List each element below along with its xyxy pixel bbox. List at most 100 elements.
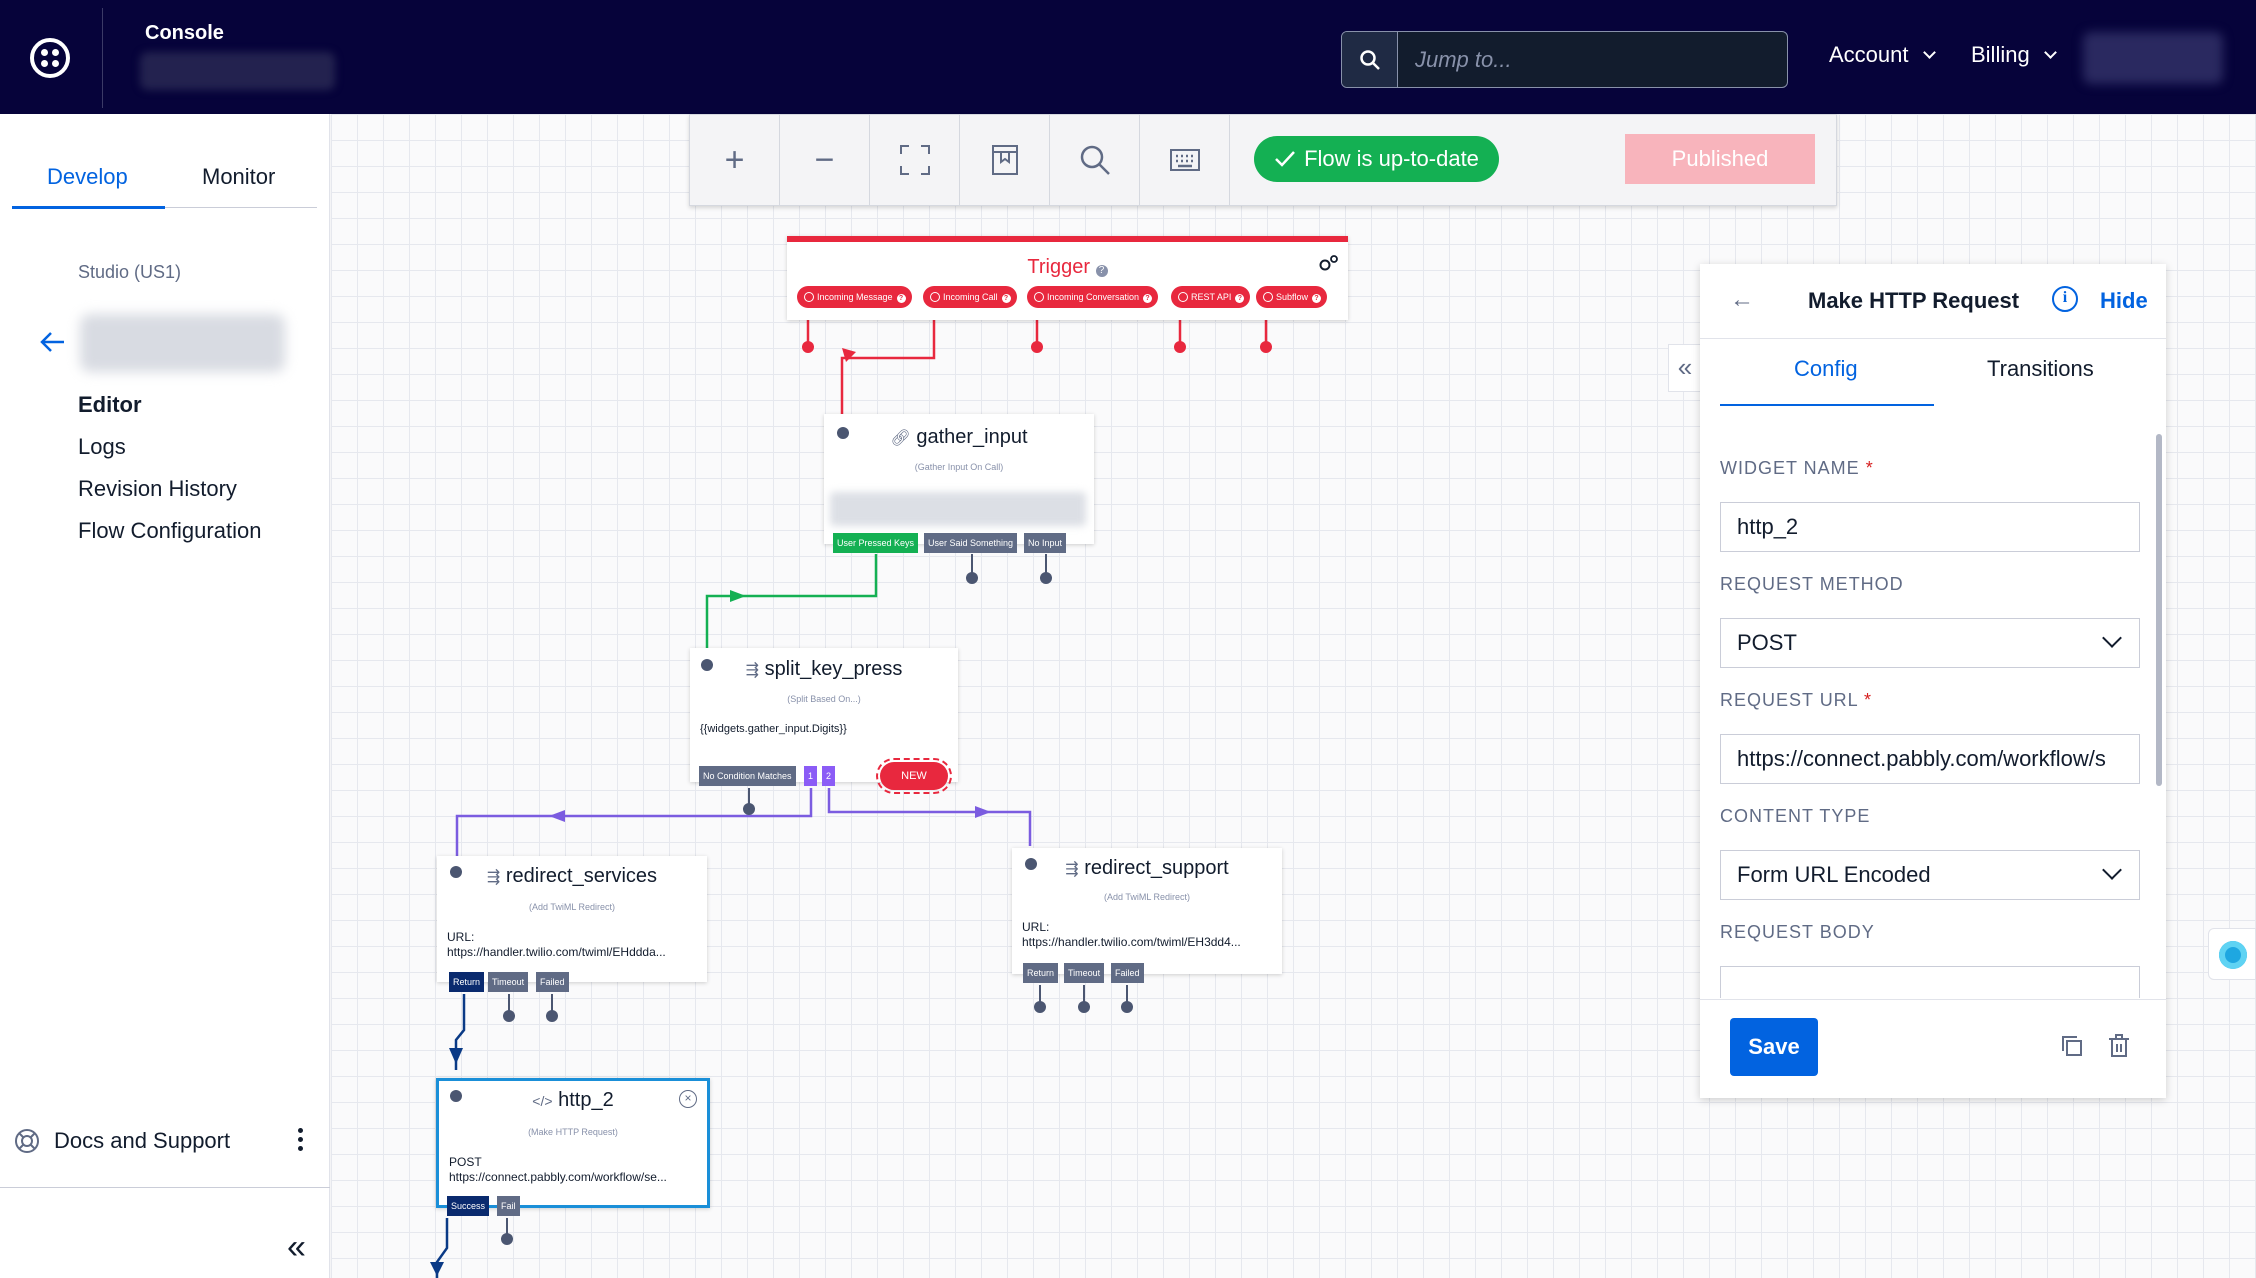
- double-chevron-left-icon[interactable]: «: [1668, 344, 1702, 392]
- widget-title: ⇶ redirect_support: [1065, 857, 1229, 879]
- redirect-services-output-timeout[interactable]: Timeout: [488, 972, 529, 992]
- arrow-left-icon[interactable]: [38, 328, 66, 361]
- tab-monitor[interactable]: Monitor: [202, 164, 275, 190]
- top-bar: Console Account Billing: [0, 0, 2256, 114]
- twilio-logo-icon[interactable]: [30, 38, 70, 78]
- widget-type: (Gather Input On Call): [914, 462, 1004, 472]
- account-switcher[interactable]: [140, 52, 335, 90]
- hide-panel-button[interactable]: Hide: [2100, 288, 2148, 314]
- request-url-label: REQUEST URL *: [1720, 690, 1873, 710]
- new-transition-button[interactable]: NEW: [876, 758, 952, 794]
- split-icon: ⇶: [745, 662, 759, 679]
- console-label: Console: [145, 22, 224, 44]
- split-output-1[interactable]: 1: [804, 766, 818, 786]
- help-icon: ?: [1095, 265, 1108, 277]
- save-button[interactable]: Save: [1730, 1018, 1818, 1076]
- widget-type: (Add TwiML Redirect): [1103, 892, 1191, 902]
- tab-develop[interactable]: Develop: [47, 164, 128, 190]
- redirect-support-output-failed[interactable]: Failed: [1111, 963, 1144, 983]
- chevron-down-icon: [2043, 45, 2057, 59]
- fullscreen-icon[interactable]: [870, 115, 960, 205]
- gather-output-user-said-something[interactable]: User Said Something: [924, 533, 1018, 553]
- gather-input-widget[interactable]: 🔗︎ gather_input (Gather Input On Call): [824, 414, 1094, 544]
- trigger-output-incoming-message[interactable]: Incoming Message: [797, 286, 912, 308]
- zoom-out-icon[interactable]: −: [780, 115, 870, 205]
- flow-name: [80, 314, 285, 372]
- gather-output-user-pressed-keys[interactable]: User Pressed Keys: [833, 533, 919, 553]
- check-icon: [1275, 151, 1295, 167]
- notes-icon[interactable]: [960, 115, 1050, 205]
- search-icon[interactable]: [1342, 32, 1398, 87]
- widget-name-input[interactable]: http_2: [1720, 502, 2140, 552]
- trigger-title: Trigger ?: [787, 256, 1348, 279]
- split-output-2[interactable]: 2: [822, 766, 836, 786]
- billing-menu[interactable]: Billing: [1971, 42, 2057, 68]
- more-options-icon[interactable]: [298, 1128, 304, 1154]
- zoom-in-icon[interactable]: +: [690, 115, 780, 205]
- http-2-output-success[interactable]: Success: [447, 1196, 490, 1216]
- widget-type: (Add TwiML Redirect): [528, 902, 616, 912]
- arrow-left-icon[interactable]: ←: [1730, 286, 1754, 314]
- http-2-widget[interactable]: </> http_2 × (Make HTTP Request) POST htt…: [436, 1078, 710, 1208]
- redirect-support-widget[interactable]: ⇶ redirect_support (Add TwiML Redirect) …: [1012, 848, 1282, 974]
- assistant-button[interactable]: [2208, 928, 2256, 980]
- docs-label: Docs and Support: [54, 1128, 231, 1153]
- search-input[interactable]: [1399, 32, 1787, 87]
- sidebar-tabs: Develop Monitor: [12, 154, 317, 209]
- widget-config-panel: ← Make HTTP Request i Hide Config Transi…: [1700, 264, 2166, 1098]
- assistant-icon: [2219, 941, 2247, 969]
- tab-underline: [1720, 404, 1934, 406]
- sidebar-item-flow-configuration[interactable]: Flow Configuration: [78, 518, 261, 544]
- canvas-toolbar: + − Flow is up-to-date Published: [689, 114, 1837, 206]
- redirect-support-output-return[interactable]: Return: [1023, 963, 1059, 983]
- close-icon[interactable]: ×: [679, 1090, 697, 1108]
- split-icon: ⇶: [486, 869, 501, 886]
- tab-config[interactable]: Config: [1794, 356, 1858, 382]
- http-2-output-fail[interactable]: Fail: [497, 1196, 520, 1216]
- redirect-services-output-return[interactable]: Return: [449, 972, 485, 992]
- request-body-input[interactable]: [1720, 966, 2140, 998]
- billing-menu-label: Billing: [1971, 42, 2030, 67]
- user-menu[interactable]: [2083, 32, 2223, 84]
- sidebar-item-editor[interactable]: Editor: [78, 392, 142, 418]
- redirect-support-output-timeout[interactable]: Timeout: [1064, 963, 1105, 983]
- sidebar-item-logs[interactable]: Logs: [78, 434, 126, 460]
- account-menu[interactable]: Account: [1829, 42, 1936, 68]
- copy-icon[interactable]: [2060, 1034, 2084, 1058]
- tab-transitions[interactable]: Transitions: [1987, 356, 2094, 382]
- trigger-output-incoming-conversation[interactable]: Incoming Conversation: [1027, 286, 1159, 308]
- divider: [0, 1187, 330, 1188]
- panel-scrollbar[interactable]: [2156, 434, 2162, 786]
- panel-title: Make HTTP Request: [1808, 288, 2020, 313]
- magnifier-icon[interactable]: [1050, 115, 1140, 205]
- trigger-output-incoming-call[interactable]: Incoming Call: [923, 286, 1017, 308]
- double-chevron-left-icon[interactable]: «: [287, 1228, 306, 1267]
- trigger-output-subflow[interactable]: Subflow: [1256, 286, 1328, 308]
- content-type-select[interactable]: Form URL Encoded: [1720, 850, 2140, 900]
- sidebar-item-revision-history[interactable]: Revision History: [78, 476, 237, 502]
- account-menu-label: Account: [1829, 42, 1909, 67]
- info-icon[interactable]: i: [2052, 286, 2078, 312]
- code-icon: </>: [532, 1093, 553, 1109]
- tab-underline: [12, 206, 165, 209]
- content-type-label: CONTENT TYPE: [1720, 806, 1871, 826]
- divider: [102, 8, 103, 108]
- request-url-input[interactable]: https://connect.pabbly.com/workflow/s: [1720, 734, 2140, 784]
- publish-button[interactable]: Published: [1625, 134, 1815, 184]
- search-bar[interactable]: [1341, 31, 1788, 88]
- request-method-select[interactable]: POST: [1720, 618, 2140, 668]
- split-output-no-condition-matches[interactable]: No Condition Matches: [699, 766, 796, 786]
- redirect-services-output-failed[interactable]: Failed: [536, 972, 569, 992]
- chevron-down-icon: [1922, 45, 1936, 59]
- widget-title: ⇶ redirect_services: [486, 865, 658, 887]
- gear-icon[interactable]: [1318, 254, 1340, 272]
- divider: [1700, 338, 2166, 339]
- redirect-services-widget[interactable]: ⇶ redirect_services (Add TwiML Redirect)…: [437, 856, 707, 982]
- flow-status-badge: Flow is up-to-date: [1254, 136, 1499, 182]
- request-method-label: REQUEST METHOD: [1720, 574, 1904, 594]
- gather-output-no-input[interactable]: No Input: [1024, 533, 1067, 553]
- keyboard-icon[interactable]: [1140, 115, 1230, 205]
- docs-and-support[interactable]: Docs and Support: [14, 1128, 230, 1154]
- trash-icon[interactable]: [2108, 1034, 2130, 1058]
- trigger-output-rest-api[interactable]: REST API: [1171, 286, 1251, 308]
